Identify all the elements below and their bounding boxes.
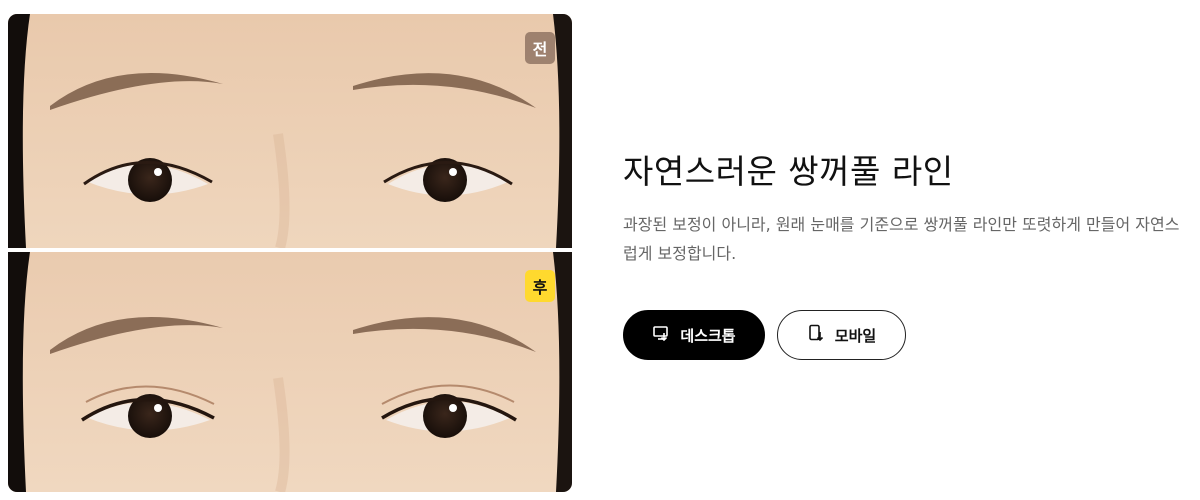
download-buttons: 데스크톱 모바일 [623,310,906,360]
before-after-comparison: 전 후 [8,14,572,492]
before-badge: 전 [525,32,555,64]
before-photo: 전 [8,14,572,248]
after-badge: 후 [525,270,555,302]
mobile-button-label: 모바일 [834,326,877,345]
mobile-download-icon [807,324,825,346]
mobile-button[interactable]: 모바일 [777,310,906,360]
feature-title: 자연스러운 쌍꺼풀 라인 [623,152,954,191]
desktop-download-icon [652,324,670,346]
after-photo: 후 [8,252,572,492]
desktop-button-label: 데스크톱 [680,326,736,345]
feature-info: 자연스러운 쌍꺼풀 라인 과장된 보정이 아니라, 원래 눈매를 기준으로 쌍꺼… [623,150,1193,268]
feature-description: 과장된 보정이 아니라, 원래 눈매를 기준으로 쌍꺼풀 라인만 또렷하게 만들… [623,215,1180,263]
desktop-button[interactable]: 데스크톱 [623,310,765,360]
